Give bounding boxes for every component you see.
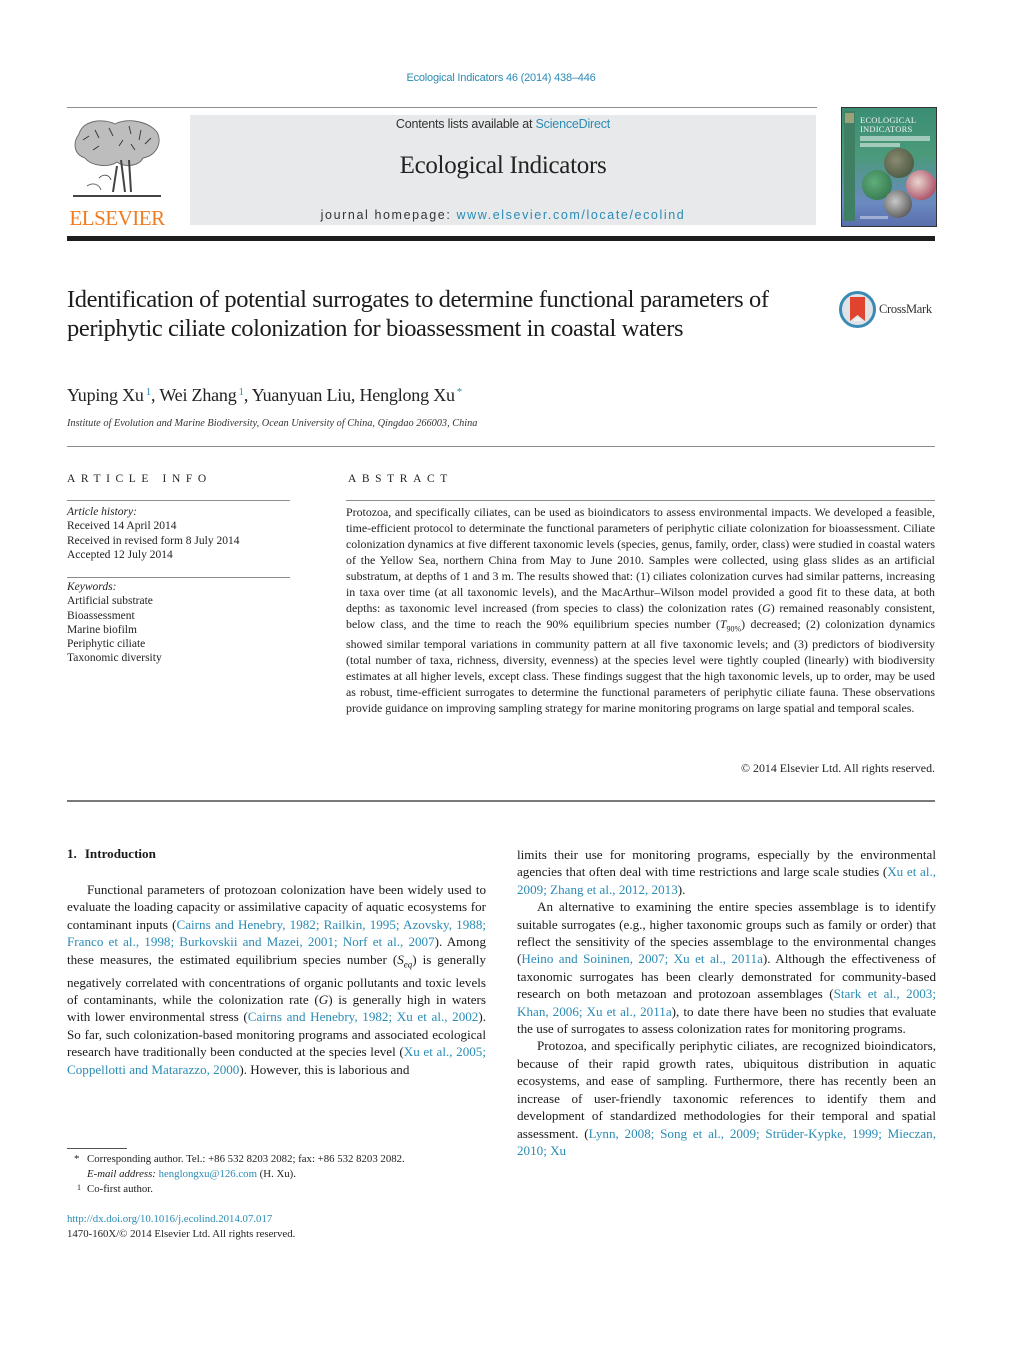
abstract-text: Protozoa, and specifically ciliates, can… — [346, 505, 935, 615]
header-thick-divider — [67, 236, 935, 241]
footnote-corresponding: * Corresponding author. Tel.: +86 532 820… — [67, 1152, 405, 1167]
body-column-left: Functional parameters of protozoan colon… — [67, 881, 486, 1078]
keyword: Marine biofilm — [67, 623, 137, 636]
section-number: 1. — [67, 846, 77, 861]
corresponding-author-mark[interactable]: * — [457, 386, 463, 398]
paragraph: Functional parameters of protozoan colon… — [67, 881, 486, 1078]
footnotes: * Corresponding author. Tel.: +86 532 820… — [67, 1152, 405, 1196]
abstract-heading: ABSTRACT — [348, 473, 453, 485]
body-column-right: limits their use for monitoring programs… — [517, 846, 936, 1159]
section-title: Introduction — [84, 846, 156, 861]
author-separator: , — [243, 385, 252, 405]
symbol-colonization-rate: G — [762, 600, 771, 615]
keyword: Taxonomic diversity — [67, 652, 162, 665]
keywords-label: Keywords: — [67, 581, 117, 593]
keywords: Keywords: Artificial substrate Bioassess… — [67, 580, 162, 666]
abstract-body: Protozoa, and specifically ciliates, can… — [346, 505, 935, 717]
article-history-label: Article history: — [67, 506, 137, 518]
text-run: ). — [677, 881, 686, 897]
symbol-t90-subscript: 90% — [726, 624, 742, 634]
journal-cover-image[interactable]: ECOLOGICAL INDICATORS — [841, 107, 937, 227]
abstract-divider — [346, 500, 935, 501]
journal-title: Ecological Indicators — [399, 152, 607, 179]
keyword: Periphytic ciliate — [67, 638, 146, 651]
sciencedirect-link[interactable]: ScienceDirect — [536, 117, 611, 131]
math-symbol: G — [318, 992, 329, 1008]
author-affiliation: Institute of Evolution and Marine Biodiv… — [67, 418, 478, 429]
keyword: Bioassessment — [67, 609, 135, 622]
affiliation-divider — [67, 446, 935, 447]
footnote-cofirst: 1 Co-first author. — [67, 1182, 405, 1197]
math-symbol: eq — [403, 959, 413, 970]
journal-header-band: Contents lists available at ScienceDirec… — [190, 115, 816, 225]
homepage-prefix: journal homepage: — [320, 208, 457, 222]
author-name[interactable]: Yuping Xu — [67, 385, 144, 405]
article-info-divider — [67, 500, 290, 501]
history-received: Received 14 April 2014 — [67, 520, 177, 533]
email-label: E-mail address: — [87, 1167, 159, 1180]
email-suffix: (H. Xu). — [256, 1167, 296, 1180]
cover-title-line2: INDICATORS — [860, 124, 913, 134]
history-accepted: Accepted 12 July 2014 — [67, 548, 173, 561]
author-list: Yuping Xu 1, Wei Zhang 1, Yuanyuan Liu, He… — [67, 385, 462, 406]
journal-reference-link[interactable]: Ecological Indicators 46 (2014) 438–446 — [0, 72, 1002, 84]
citation-link[interactable]: Heino and Soininen, 2007; Xu et al., 201… — [521, 951, 763, 966]
abstract-text: ) decreased; (2) colonization dynamics s… — [346, 616, 936, 715]
footnote-mark: * — [74, 1153, 80, 1165]
header-top-divider — [67, 107, 817, 108]
text-run: ). However, this is laborious and — [239, 1061, 410, 1077]
cover-footer-bar — [860, 216, 888, 219]
crossmark-icon — [839, 291, 876, 328]
article-title: Identification of potential surrogates t… — [67, 286, 769, 342]
issn-copyright: 1470-160X/© 2014 Elsevier Ltd. All right… — [67, 1227, 296, 1240]
citation-link[interactable]: Cairns and Henebry, 1982; Xu et al., 200… — [248, 1009, 479, 1024]
author-name[interactable]: Yuanyuan Liu — [252, 385, 351, 405]
author-name[interactable]: Wei Zhang — [159, 385, 236, 405]
cover-side-strip — [844, 111, 855, 221]
paragraph: Protozoa, and specifically periphytic ci… — [517, 1037, 936, 1159]
section-heading-introduction: 1. Introduction — [67, 846, 156, 862]
contents-availability: Contents lists available at ScienceDirec… — [190, 117, 816, 131]
cover-emblem-icon — [845, 113, 854, 123]
doi-link[interactable]: http://dx.doi.org/10.1016/j.ecolind.2014… — [67, 1212, 295, 1227]
footnote-email: E-mail address: henglongxu@126.com (H. X… — [67, 1167, 405, 1182]
text-run: limits their use for monitoring programs… — [517, 847, 936, 880]
elsevier-wordmark: ELSEVIER — [69, 206, 165, 230]
crossmark-button[interactable]: CrossMark — [839, 291, 939, 329]
crossmark-label: CrossMark — [879, 302, 932, 316]
article-history: Article history: Received 14 April 2014 … — [67, 505, 239, 562]
cover-subtitle-bar — [860, 143, 900, 147]
cover-photo-circle — [906, 170, 936, 200]
cover-subtitle-bar — [860, 136, 930, 141]
abstract-copyright: © 2014 Elsevier Ltd. All rights reserved… — [741, 761, 935, 775]
elsevier-tree-icon — [73, 120, 161, 197]
footnote-text: Corresponding author. Tel.: +86 532 8203… — [87, 1153, 405, 1165]
author-separator: , — [350, 385, 360, 405]
paragraph: limits their use for monitoring programs… — [517, 846, 936, 898]
elsevier-logo[interactable]: ELSEVIER — [67, 114, 167, 230]
abstract-end-divider — [67, 800, 935, 802]
contents-prefix: Contents lists available at — [395, 117, 536, 131]
footnote-mark: 1 — [77, 1182, 81, 1192]
article-info-heading: ARTICLE INFO — [67, 473, 212, 485]
cover-title: ECOLOGICAL INDICATORS — [860, 116, 916, 134]
doi-block: http://dx.doi.org/10.1016/j.ecolind.2014… — [67, 1212, 295, 1242]
journal-homepage: journal homepage: www.elsevier.com/locat… — [190, 208, 816, 222]
cover-photo-circle — [884, 190, 912, 218]
paragraph: An alternative to examining the entire s… — [517, 898, 936, 1037]
footnote-divider — [67, 1148, 127, 1149]
history-revised: Received in revised form 8 July 2014 — [67, 534, 240, 547]
keyword: Artificial substrate — [67, 595, 153, 608]
homepage-link[interactable]: www.elsevier.com/locate/ecolind — [456, 208, 685, 222]
email-link[interactable]: henglongxu@126.com — [159, 1168, 257, 1180]
footnote-text: Co-first author. — [87, 1182, 153, 1195]
author-name[interactable]: Henglong Xu — [360, 385, 455, 405]
symbol-t90: T — [719, 616, 727, 631]
keywords-divider — [67, 577, 290, 578]
